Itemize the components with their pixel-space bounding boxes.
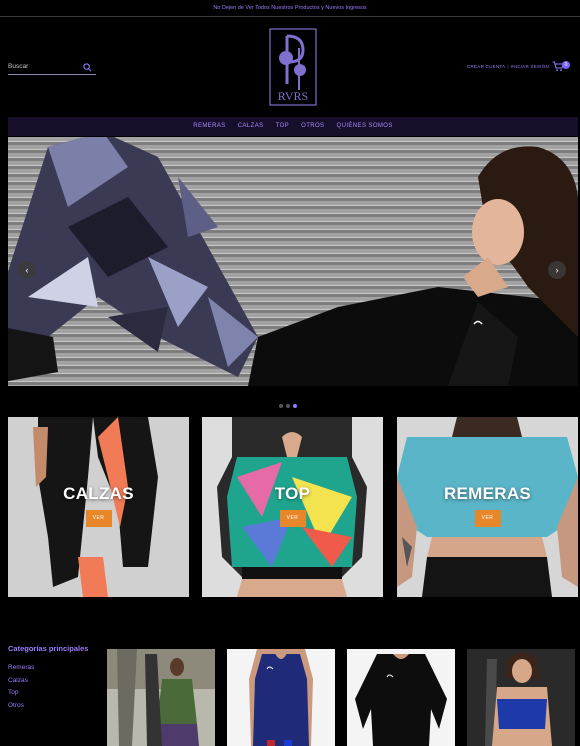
category-card-remeras[interactable]: REMERAS VER — [397, 417, 578, 597]
login-link[interactable]: INICIAR SESIÓN — [511, 64, 549, 69]
ver-button[interactable]: VER — [474, 510, 501, 527]
category-card-calzas[interactable]: CALZAS VER — [8, 417, 189, 597]
hero-slider[interactable]: ‹ › — [8, 137, 578, 386]
category-image — [202, 417, 383, 597]
categories-sidebar: Categorías principales Remeras Calzas To… — [8, 644, 98, 712]
logo-text: RVRS — [278, 89, 308, 103]
main-nav: REMERAS CALZAS TOP OTROS QUIÉNES SOMOS — [8, 117, 578, 136]
nav-otros[interactable]: OTROS — [301, 123, 324, 129]
category-image — [8, 417, 189, 597]
search-input[interactable] — [8, 60, 80, 73]
product-image — [467, 649, 575, 746]
sidebar-title: Categorías principales — [8, 644, 89, 653]
cart-button[interactable]: 0 — [552, 60, 570, 72]
next-slide-button[interactable]: › — [548, 261, 566, 279]
slider-dot[interactable] — [286, 404, 290, 408]
brand-logo[interactable]: RVRS — [269, 28, 317, 106]
sidebar-link-calzas[interactable]: Calzas — [8, 675, 98, 688]
slider-dots — [279, 395, 300, 413]
slider-dot-active[interactable] — [293, 404, 297, 408]
cart-count-badge: 0 — [562, 61, 570, 69]
category-title: TOP — [274, 484, 311, 503]
slider-dot[interactable] — [279, 404, 283, 408]
category-title: CALZAS — [63, 484, 134, 503]
product-card[interactable] — [347, 649, 455, 746]
product-card[interactable] — [467, 649, 575, 746]
sidebar-link-otros[interactable]: Otros — [8, 700, 98, 713]
search-icon[interactable] — [83, 63, 92, 72]
sidebar-link-top[interactable]: Top — [8, 687, 98, 700]
nav-remeras[interactable]: REMERAS — [193, 123, 225, 129]
nav-quienes-somos[interactable]: QUIÉNES SOMOS — [337, 123, 393, 129]
sidebar-link-remeras[interactable]: Remeras — [8, 662, 98, 675]
announcement-bar: No Dejen de Ver Todos Nuestros Productos… — [0, 0, 580, 17]
nav-top[interactable]: TOP — [276, 123, 289, 129]
product-image — [347, 649, 455, 746]
account-links: CREAR CUENTA | INICIAR SESIÓN — [467, 64, 549, 69]
prev-slide-button[interactable]: ‹ — [18, 261, 36, 279]
product-card[interactable] — [227, 649, 335, 746]
category-card-top[interactable]: TOP VER — [202, 417, 383, 597]
hero-image — [8, 137, 578, 386]
product-image — [107, 649, 215, 746]
category-image — [397, 417, 578, 597]
nav-calzas[interactable]: CALZAS — [238, 123, 264, 129]
create-account-link[interactable]: CREAR CUENTA — [467, 64, 505, 69]
ver-button[interactable]: VER — [85, 510, 112, 527]
ver-button[interactable]: VER — [279, 510, 306, 527]
search-box[interactable] — [8, 60, 96, 75]
product-image — [227, 649, 335, 746]
category-title: REMERAS — [443, 484, 532, 503]
product-card[interactable] — [107, 649, 215, 746]
